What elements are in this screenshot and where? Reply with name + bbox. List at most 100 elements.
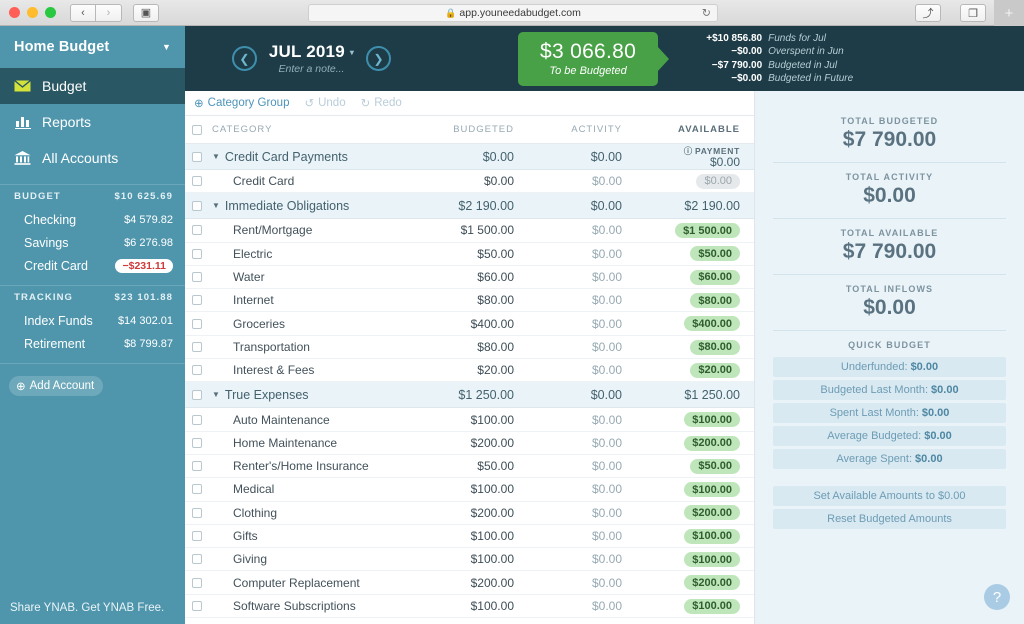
row-checkbox[interactable] [185, 531, 209, 541]
category-row[interactable]: Electric $50.00 $0.00 $50.00 [185, 243, 754, 266]
row-available-cell[interactable]: $50.00 [636, 246, 754, 262]
close-window-icon[interactable] [9, 7, 20, 18]
row-available-cell[interactable]: $0.00 [636, 173, 754, 189]
row-budgeted-cell[interactable]: $0.00 [420, 150, 528, 164]
maximize-window-icon[interactable] [45, 7, 56, 18]
category-row[interactable]: Transportation $80.00 $0.00 $80.00 [185, 336, 754, 359]
row-activity-cell[interactable]: $0.00 [528, 552, 636, 566]
row-category-name-cell[interactable]: Groceries [209, 317, 420, 331]
row-activity-cell[interactable]: $0.00 [528, 293, 636, 307]
row-activity-cell[interactable]: $0.00 [528, 599, 636, 613]
sidebar-item-reports[interactable]: Reports [0, 104, 185, 140]
row-category-name-cell[interactable]: ▼ Immediate Obligations [209, 199, 420, 213]
sidebar-account-index-funds[interactable]: Index Funds $14 302.01 [0, 309, 185, 332]
row-checkbox[interactable] [185, 601, 209, 611]
row-activity-cell[interactable]: $0.00 [528, 363, 636, 377]
sidebar-account-savings[interactable]: Savings $6 276.98 [0, 231, 185, 254]
row-available-cell[interactable]: $20.00 [636, 362, 754, 378]
help-button[interactable]: ? [984, 584, 1010, 610]
category-group-row[interactable]: ▼ Credit Card Payments $0.00 $0.00 ⓘ PAYMENT $… [185, 144, 754, 170]
row-checkbox[interactable] [185, 390, 209, 400]
category-row[interactable]: Clothing $200.00 $0.00 $200.00 [185, 502, 754, 525]
row-checkbox[interactable] [185, 319, 209, 329]
row-budgeted-cell[interactable]: $200.00 [420, 436, 528, 450]
row-checkbox[interactable] [185, 176, 209, 186]
sidebar-item-all-accounts[interactable]: All Accounts [0, 140, 185, 176]
row-category-name-cell[interactable]: Transportation [209, 340, 420, 354]
row-checkbox[interactable] [185, 415, 209, 425]
row-budgeted-cell[interactable]: $0.00 [420, 174, 528, 188]
quick-budget-button[interactable]: Underfunded: $0.00 [773, 357, 1006, 377]
row-checkbox[interactable] [185, 342, 209, 352]
row-budgeted-cell[interactable]: $50.00 [420, 459, 528, 473]
row-category-name-cell[interactable]: Computer Replacement [209, 576, 420, 590]
row-checkbox[interactable] [185, 484, 209, 494]
row-checkbox[interactable] [185, 295, 209, 305]
row-available-cell[interactable]: $100.00 [636, 412, 754, 428]
undo-button[interactable]: ↺ Undo [304, 96, 345, 110]
row-activity-cell[interactable]: $0.00 [528, 317, 636, 331]
row-category-name-cell[interactable]: ▼ Credit Card Payments [209, 150, 420, 164]
category-row[interactable]: Gifts $100.00 $0.00 $100.00 [185, 525, 754, 548]
account-section-header[interactable]: ⱟ TRACKING $23 101.88 [0, 285, 185, 309]
reload-icon[interactable]: ↻ [702, 7, 711, 20]
row-checkbox[interactable] [185, 152, 209, 162]
row-category-name-cell[interactable]: Medical [209, 482, 420, 496]
row-activity-cell[interactable]: $0.00 [528, 270, 636, 284]
row-available-cell[interactable]: $60.00 [636, 269, 754, 285]
row-category-name-cell[interactable]: Interest & Fees [209, 363, 420, 377]
month-note-input[interactable]: Enter a note... [269, 63, 354, 75]
row-checkbox[interactable] [185, 508, 209, 518]
row-checkbox[interactable] [185, 249, 209, 259]
row-budgeted-cell[interactable]: $100.00 [420, 413, 528, 427]
quick-budget-button[interactable]: Budgeted Last Month: $0.00 [773, 380, 1006, 400]
row-available-cell[interactable]: $100.00 [636, 598, 754, 614]
to-be-budgeted-button[interactable]: $3 066.80 To be Budgeted [518, 32, 658, 86]
row-available-cell[interactable]: ⓘ PAYMENT $0.00 [636, 145, 754, 168]
select-all-checkbox[interactable] [185, 125, 209, 135]
category-row[interactable]: Groceries $400.00 $0.00 $400.00 [185, 312, 754, 335]
row-checkbox[interactable] [185, 438, 209, 448]
category-group-row[interactable]: ▼ True Expenses $1 250.00 $0.00 $1 250.00 [185, 382, 754, 408]
row-available-cell[interactable]: $80.00 [636, 293, 754, 309]
category-row[interactable]: Medical $100.00 $0.00 $100.00 [185, 478, 754, 501]
row-available-cell[interactable]: $200.00 [636, 505, 754, 521]
category-row[interactable]: Giving $100.00 $0.00 $100.00 [185, 548, 754, 571]
row-category-name-cell[interactable]: Water [209, 270, 420, 284]
row-category-name-cell[interactable]: Giving [209, 552, 420, 566]
row-available-cell[interactable]: $200.00 [636, 575, 754, 591]
row-available-cell[interactable]: $1 500.00 [636, 223, 754, 239]
quick-budget-button[interactable]: Average Spent: $0.00 [773, 449, 1006, 469]
row-category-name-cell[interactable]: Credit Card [209, 174, 420, 188]
previous-month-button[interactable]: ❮ [232, 46, 257, 71]
row-activity-cell[interactable]: $0.00 [528, 247, 636, 261]
row-budgeted-cell[interactable]: $200.00 [420, 576, 528, 590]
row-checkbox[interactable] [185, 578, 209, 588]
category-row[interactable]: Software Subscriptions $100.00 $0.00 $100.0… [185, 595, 754, 618]
row-activity-cell[interactable]: $0.00 [528, 482, 636, 496]
quick-budget-action-button[interactable]: Set Available Amounts to $0.00 [773, 486, 1006, 506]
category-row[interactable]: Auto Maintenance $100.00 $0.00 $100.00 [185, 408, 754, 431]
row-activity-cell[interactable]: $0.00 [528, 174, 636, 188]
category-group-row[interactable]: ▼ Immediate Obligations $2 190.00 $0.00 $2 1… [185, 193, 754, 219]
row-checkbox[interactable] [185, 365, 209, 375]
row-category-name-cell[interactable]: ▼ True Expenses [209, 388, 420, 402]
row-activity-cell[interactable]: $0.00 [528, 436, 636, 450]
next-month-button[interactable]: ❯ [366, 46, 391, 71]
row-activity-cell[interactable]: $0.00 [528, 199, 636, 213]
row-budgeted-cell[interactable]: $20.00 [420, 363, 528, 377]
row-activity-cell[interactable]: $0.00 [528, 340, 636, 354]
window-controls[interactable] [0, 7, 56, 18]
share-button[interactable]: ⤴ [915, 4, 941, 22]
row-budgeted-cell[interactable]: $100.00 [420, 599, 528, 613]
redo-button[interactable]: ↻ Redo [361, 96, 402, 110]
row-category-name-cell[interactable]: Renter's/Home Insurance [209, 459, 420, 473]
sidebar-account-credit-card[interactable]: Credit Card −$231.11 [0, 254, 185, 277]
row-category-name-cell[interactable]: Auto Maintenance [209, 413, 420, 427]
row-category-name-cell[interactable]: Internet [209, 293, 420, 307]
column-header-available[interactable]: AVAILABLE [636, 124, 754, 135]
new-tab-button[interactable]: + [994, 0, 1024, 26]
row-activity-cell[interactable]: $0.00 [528, 223, 636, 237]
row-checkbox[interactable] [185, 272, 209, 282]
row-checkbox[interactable] [185, 201, 209, 211]
